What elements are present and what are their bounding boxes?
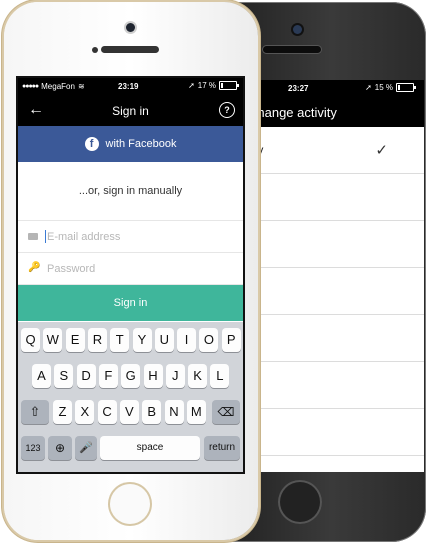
battery-text: 15 %	[374, 83, 393, 92]
home-button[interactable]	[278, 480, 322, 524]
key-f[interactable]: F	[98, 364, 118, 388]
keyboard-row-3: ⇧ ⌫ ZXCVBNM	[18, 400, 243, 426]
password-field-row: 🔑	[18, 253, 243, 285]
front-screen: ●●●●● MegaFon ≋ 23:19 ➚ 17 % ← Sign in ?…	[18, 78, 243, 472]
key-j[interactable]: J	[165, 364, 185, 388]
key-x[interactable]: X	[75, 400, 95, 424]
checkmark-icon: ✓	[375, 142, 388, 159]
speaker-icon	[263, 46, 321, 53]
space-key[interactable]: space	[100, 436, 200, 460]
key-h[interactable]: H	[143, 364, 163, 388]
carrier-name: MegaFon	[41, 82, 75, 91]
key-i[interactable]: I	[177, 328, 197, 352]
key-l[interactable]: L	[210, 364, 230, 388]
numbers-key[interactable]: 123	[21, 436, 45, 460]
camera-icon	[126, 23, 135, 32]
activity-item[interactable]: l	[240, 221, 424, 268]
key-s[interactable]: S	[54, 364, 74, 388]
key-a[interactable]: A	[32, 364, 51, 388]
signin-button[interactable]: Sign in	[18, 285, 243, 321]
activity-item[interactable]: nary✓	[240, 127, 424, 174]
key-o[interactable]: O	[199, 328, 219, 352]
signal-icon: ●●●●●	[22, 83, 39, 90]
wifi-icon: ≋	[77, 82, 85, 91]
keyboard-row-2: ASDFGHJKL	[18, 364, 243, 390]
keyboard-row-1: QWERTYUIOP	[18, 328, 243, 354]
key-g[interactable]: G	[121, 364, 141, 388]
globe-icon[interactable]: ⊕	[48, 436, 72, 460]
key-e[interactable]: E	[65, 328, 85, 352]
manual-signin-text: ...or, sign in manually	[18, 162, 243, 221]
nav-bar: ← Sign in ?	[18, 95, 243, 126]
key-b[interactable]: B	[142, 400, 162, 424]
activity-item[interactable]: ing	[240, 268, 424, 315]
back-screen: 23:27 ➚ 15 % Change activity nary✓portli…	[240, 80, 424, 472]
return-key[interactable]: return	[204, 436, 240, 460]
key-u[interactable]: U	[154, 328, 174, 352]
battery-text: 17 %	[197, 81, 216, 90]
speaker-icon	[101, 46, 159, 53]
activity-list: nary✓portlingng	[240, 127, 424, 456]
facebook-button-label: with Facebook	[105, 138, 177, 150]
nav-bar: Change activity	[240, 97, 424, 127]
key-w[interactable]: W	[43, 328, 63, 352]
sensor-icon	[92, 47, 98, 53]
nav-title: Change activity	[248, 105, 337, 120]
nav-title: Sign in	[112, 104, 149, 118]
shift-icon[interactable]: ⇧	[21, 400, 49, 424]
key-n[interactable]: N	[164, 400, 184, 424]
key-d[interactable]: D	[76, 364, 96, 388]
location-icon: ➚	[365, 83, 372, 92]
battery-icon	[219, 81, 239, 90]
keyboard: QWERTYUIOP ASDFGHJKL ⇧ ⌫ ZXCVBNM 123 ⊕ 🎤…	[18, 322, 243, 472]
microphone-icon[interactable]: 🎤	[75, 436, 97, 460]
facebook-signin-button[interactable]: f with Facebook	[18, 126, 243, 162]
key-z[interactable]: Z	[53, 400, 72, 424]
email-field-row	[18, 221, 243, 253]
key-v[interactable]: V	[119, 400, 139, 424]
key-c[interactable]: C	[97, 400, 117, 424]
key-icon: 🔑	[28, 262, 41, 273]
battery-icon	[396, 83, 416, 92]
location-icon: ➚	[188, 81, 195, 90]
activity-item[interactable]: ng	[240, 315, 424, 362]
key-r[interactable]: R	[87, 328, 107, 352]
phone-front: ●●●●● MegaFon ≋ 23:19 ➚ 17 % ← Sign in ?…	[4, 2, 258, 540]
key-k[interactable]: K	[188, 364, 208, 388]
activity-item[interactable]: port	[240, 174, 424, 221]
key-m[interactable]: M	[186, 400, 206, 424]
home-button[interactable]	[108, 482, 152, 526]
facebook-icon: f	[84, 137, 99, 151]
mail-icon	[28, 233, 38, 240]
key-y[interactable]: Y	[132, 328, 152, 352]
status-bar: ●●●●● MegaFon ≋ 23:19 ➚ 17 %	[18, 78, 243, 95]
activity-item[interactable]	[240, 409, 424, 456]
key-q[interactable]: Q	[21, 328, 40, 352]
status-bar: 23:27 ➚ 15 %	[240, 80, 424, 97]
camera-icon	[293, 25, 302, 34]
keyboard-row-4: 123 ⊕ 🎤 space return	[18, 436, 243, 462]
key-p[interactable]: P	[221, 328, 241, 352]
password-input[interactable]	[45, 259, 229, 279]
backspace-icon[interactable]: ⌫	[212, 400, 240, 424]
status-time: 23:27	[288, 84, 309, 93]
email-input[interactable]	[45, 227, 229, 247]
activity-item[interactable]	[240, 362, 424, 409]
help-icon[interactable]: ?	[219, 102, 235, 118]
status-time: 23:19	[118, 82, 139, 91]
key-t[interactable]: T	[110, 328, 130, 352]
